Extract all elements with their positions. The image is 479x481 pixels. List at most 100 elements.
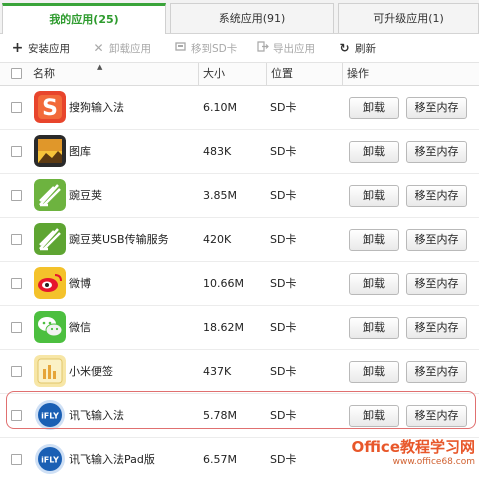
- app-location: SD卡: [270, 365, 297, 378]
- export-app-label: 导出应用: [273, 43, 315, 55]
- app-name: 图库: [69, 145, 91, 158]
- column-header-location[interactable]: 位置: [266, 63, 341, 85]
- app-name: 微信: [69, 321, 91, 334]
- refresh-label: 刷新: [355, 43, 376, 55]
- wandoujia-icon: [34, 179, 66, 211]
- row-checkbox[interactable]: [11, 454, 22, 465]
- toolbar: + 安装应用 ✕ 卸载应用 移到SD卡 导出应用 ↻ 刷新: [0, 34, 479, 63]
- app-location: SD卡: [270, 321, 297, 334]
- tab-bar: 我的应用(25) 系统应用(91) 可升级应用(1): [0, 0, 479, 34]
- table-row: 豌豆荚 3.85M SD卡 卸载 移至内存: [0, 174, 479, 218]
- tab-upgradable-apps[interactable]: 可升级应用(1): [338, 3, 479, 33]
- app-location: SD卡: [270, 101, 297, 114]
- app-size: 3.85M: [203, 189, 237, 202]
- refresh-icon: ↻: [339, 41, 350, 55]
- app-name: 小米便签: [69, 365, 113, 378]
- column-header-action: 操作: [342, 63, 477, 85]
- table-row: S 搜狗输入法 6.10M SD卡 卸载 移至内存: [0, 86, 479, 130]
- app-name: 搜狗输入法: [69, 101, 124, 114]
- uninstall-button[interactable]: 卸载: [349, 273, 399, 295]
- move-to-memory-button[interactable]: 移至内存: [406, 317, 467, 339]
- app-location: SD卡: [270, 189, 297, 202]
- app-location: SD卡: [270, 409, 297, 422]
- refresh-button[interactable]: ↻ 刷新: [338, 34, 376, 62]
- app-name: 讯飞输入法: [69, 409, 124, 422]
- watermark-main: Office教程学习网: [351, 438, 475, 456]
- wandoujia-usb-icon: [34, 223, 66, 255]
- row-checkbox[interactable]: [11, 278, 22, 289]
- uninstall-button[interactable]: 卸载: [349, 317, 399, 339]
- move-to-memory-button[interactable]: 移至内存: [406, 185, 467, 207]
- uninstall-button[interactable]: 卸载: [349, 361, 399, 383]
- app-name: 豌豆荚: [69, 189, 102, 202]
- move-to-memory-button[interactable]: 移至内存: [406, 229, 467, 251]
- column-header-name[interactable]: 名称: [33, 63, 55, 85]
- table-row: 图库 483K SD卡 卸载 移至内存: [0, 130, 479, 174]
- close-icon: ✕: [93, 41, 104, 55]
- watermark-url: www.office68.com: [392, 457, 475, 467]
- move-to-memory-button[interactable]: 移至内存: [406, 273, 467, 295]
- table-row: 豌豆荚USB传输服务 420K SD卡 卸载 移至内存: [0, 218, 479, 262]
- sort-caret-icon: ▲: [97, 63, 103, 71]
- move-to-sd-button[interactable]: 移到SD卡: [174, 34, 237, 62]
- app-size: 437K: [203, 365, 232, 378]
- export-icon: [256, 34, 269, 62]
- move-to-sd-label: 移到SD卡: [191, 43, 238, 55]
- uninstall-app-button[interactable]: ✕ 卸载应用: [92, 34, 151, 62]
- app-size: 10.66M: [203, 277, 244, 290]
- uninstall-button[interactable]: 卸载: [349, 405, 399, 427]
- uninstall-button[interactable]: 卸载: [349, 97, 399, 119]
- wechat-icon: [34, 311, 66, 343]
- app-name: 讯飞输入法Pad版: [69, 453, 155, 466]
- app-location: SD卡: [270, 233, 297, 246]
- app-name: 微博: [69, 277, 91, 290]
- app-size: 18.62M: [203, 321, 244, 334]
- install-app-button[interactable]: + 安装应用: [11, 34, 70, 62]
- table-header: 名称 ▲ 大小 位置 操作: [0, 63, 479, 86]
- row-checkbox[interactable]: [11, 102, 22, 113]
- export-app-button[interactable]: 导出应用: [256, 34, 315, 62]
- row-checkbox[interactable]: [11, 322, 22, 333]
- uninstall-button[interactable]: 卸载: [349, 185, 399, 207]
- row-checkbox[interactable]: [11, 190, 22, 201]
- move-to-memory-button[interactable]: 移至内存: [406, 405, 467, 427]
- app-size: 420K: [203, 233, 232, 246]
- svg-text:S: S: [42, 96, 58, 121]
- app-location: SD卡: [270, 277, 297, 290]
- install-app-label: 安装应用: [28, 43, 70, 55]
- table-row: 微博 10.66M SD卡 卸载 移至内存: [0, 262, 479, 306]
- select-all-checkbox[interactable]: [11, 68, 22, 79]
- row-checkbox[interactable]: [11, 146, 22, 157]
- mi-notes-icon: [34, 355, 66, 387]
- move-to-memory-button[interactable]: 移至内存: [406, 141, 467, 163]
- app-size: 483K: [203, 145, 232, 158]
- app-location: SD卡: [270, 145, 297, 158]
- uninstall-button[interactable]: 卸载: [349, 229, 399, 251]
- weibo-icon: [34, 267, 66, 299]
- app-location: SD卡: [270, 453, 297, 466]
- sogou-icon: S: [34, 91, 66, 123]
- column-header-size[interactable]: 大小: [198, 63, 265, 85]
- tab-my-apps[interactable]: 我的应用(25): [2, 3, 166, 34]
- table-row: 微信 18.62M SD卡 卸载 移至内存: [0, 306, 479, 350]
- app-size: 6.10M: [203, 101, 237, 114]
- app-size: 5.78M: [203, 409, 237, 422]
- row-checkbox[interactable]: [11, 410, 22, 421]
- iflytek-icon: iFLY: [34, 399, 66, 431]
- sd-card-icon: [174, 34, 187, 62]
- move-to-memory-button[interactable]: 移至内存: [406, 97, 467, 119]
- app-size: 6.57M: [203, 453, 237, 466]
- table-row: 小米便签 437K SD卡 卸载 移至内存: [0, 350, 479, 394]
- watermark: Office教程学习网 www.office68.com: [351, 436, 475, 467]
- row-checkbox[interactable]: [11, 234, 22, 245]
- row-checkbox[interactable]: [11, 366, 22, 377]
- tab-system-apps[interactable]: 系统应用(91): [170, 3, 334, 33]
- app-name: 豌豆荚USB传输服务: [69, 233, 169, 246]
- uninstall-button[interactable]: 卸载: [349, 141, 399, 163]
- move-to-memory-button[interactable]: 移至内存: [406, 361, 467, 383]
- gallery-icon: [34, 135, 66, 167]
- uninstall-app-label: 卸载应用: [109, 43, 151, 55]
- table-row: iFLY 讯飞输入法 5.78M SD卡 卸载 移至内存: [0, 394, 479, 438]
- plus-icon: +: [11, 40, 24, 56]
- iflytek-pad-icon: iFLY: [34, 443, 66, 475]
